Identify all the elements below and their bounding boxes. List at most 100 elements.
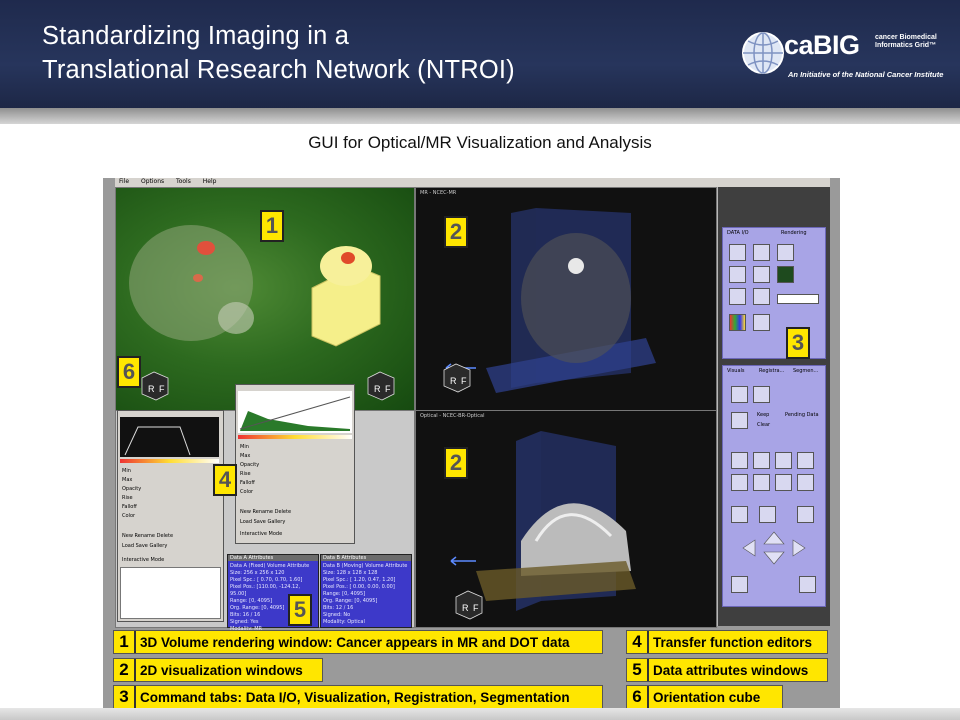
tab-data-io[interactable]: DATA I/O	[727, 230, 749, 236]
tab-visuals[interactable]: Visuals	[727, 368, 745, 374]
menu-file[interactable]: File	[119, 178, 129, 185]
tab-segmentation[interactable]: Segmen...	[793, 368, 818, 374]
colormap-icon[interactable]	[729, 314, 746, 331]
tf-row-color: Color	[122, 513, 136, 519]
tool-icon[interactable]	[775, 474, 792, 491]
tf-save-button[interactable]: Save	[136, 543, 148, 549]
transfer-function-editor-right[interactable]: Min Max Opacity Rise Falloff Color New R…	[235, 384, 355, 544]
clear-button[interactable]: Clear	[757, 422, 770, 428]
attr-b-line: Pixel Pos.: [ 0.00, 0.00, 0.00]	[323, 584, 395, 590]
tf-graph[interactable]	[120, 417, 219, 457]
tf-curve	[124, 426, 191, 456]
tf-new-button[interactable]: New	[122, 533, 133, 539]
data-b-attributes-window[interactable]: Data B Attributes Data B (Moving) Volume…	[320, 554, 412, 628]
cube-f-label: F	[461, 376, 467, 386]
orientation-cube-icon[interactable]: R F	[138, 368, 172, 402]
3d-render-panel[interactable]: 1 6 R F R F	[115, 187, 415, 411]
tab-rendering[interactable]: Rendering	[781, 230, 807, 236]
tf-log-area	[120, 567, 221, 619]
cube-r-label: R	[374, 384, 381, 394]
tf2-row-max: Max	[240, 453, 251, 459]
attr-b-line: Org. Range: [0, 4095]	[323, 598, 378, 604]
tool-icon[interactable]	[797, 474, 814, 491]
direction-pad-icon[interactable]	[739, 528, 809, 568]
keep-button[interactable]: Keep	[757, 412, 769, 418]
tf2-load-button[interactable]: Load	[240, 519, 252, 525]
tool-icon[interactable]	[797, 452, 814, 469]
tf2-row-color: Color	[240, 489, 254, 495]
tool-icon[interactable]	[775, 452, 792, 469]
slide-header: Standardizing Imaging in a Translational…	[0, 0, 960, 108]
tf-load-button[interactable]: Load	[122, 543, 134, 549]
tf2-interactive-mode[interactable]: Interactive Mode	[240, 531, 282, 537]
load-moving-icon[interactable]	[753, 244, 770, 261]
tf-row-falloff: Falloff	[122, 504, 137, 510]
tab-registration[interactable]: Registra...	[759, 368, 784, 374]
attr-b-line: Bits: 12 / 16	[323, 605, 354, 611]
2d-optical-panel[interactable]: Optical - NCEC-BR-Optical 2 R F	[415, 410, 717, 628]
load-fixed-icon[interactable]	[729, 244, 746, 261]
cube-f-label: F	[159, 384, 165, 394]
tool-icon[interactable]	[731, 474, 748, 491]
reset-moving-icon[interactable]	[753, 266, 770, 283]
tf2-rename-button[interactable]: Rename	[253, 509, 274, 515]
gear-icon[interactable]	[777, 244, 794, 261]
tf-graph-2[interactable]	[238, 391, 352, 433]
registration-icon[interactable]	[731, 506, 748, 523]
info-moving-icon[interactable]	[753, 288, 770, 305]
tool-icon[interactable]	[753, 452, 770, 469]
menu-options[interactable]: Options	[141, 178, 164, 185]
lightbulb-icon[interactable]	[731, 412, 748, 429]
orientation-cube-icon[interactable]: R F	[452, 587, 486, 621]
tf-colorbar-2	[238, 435, 352, 439]
view-icon[interactable]	[731, 386, 748, 403]
info-fixed-icon[interactable]	[729, 288, 746, 305]
registration-icon[interactable]	[797, 506, 814, 523]
legend-text: Command tabs: Data I/O, Visualization, R…	[140, 690, 570, 705]
command-side-panel: DATA I/O Rendering 3 Visuals Registra...…	[718, 187, 830, 626]
tf-rename-button[interactable]: Rename	[135, 533, 156, 539]
tool-icon[interactable]	[731, 452, 748, 469]
tf2-gallery-button[interactable]: Gallery	[267, 519, 285, 525]
orientation-cube-icon[interactable]: R F	[364, 368, 398, 402]
tf-gallery-button[interactable]: Gallery	[149, 543, 167, 549]
orientation-cube-icon[interactable]: R F	[440, 360, 474, 394]
tf2-new-button[interactable]: New	[240, 509, 251, 515]
search-icon[interactable]	[799, 576, 816, 593]
tool-icon[interactable]	[731, 576, 748, 593]
tf-row-min: Min	[122, 468, 131, 474]
logo-tagline: cancer Biomedical Informatics Grid™	[875, 34, 937, 50]
cabig-logo: caBIG cancer Biomedical Informatics Grid…	[740, 22, 950, 84]
tf-delete-button[interactable]: Delete	[157, 533, 173, 539]
rotate-icon[interactable]	[753, 386, 770, 403]
tf2-save-button[interactable]: Save	[254, 519, 266, 525]
tf-rows: Min Max Opacity Rise Falloff Color	[122, 467, 141, 521]
command-tabs-top: DATA I/O Rendering	[722, 227, 826, 359]
transfer-function-editor-left[interactable]: Min Max Opacity Rise Falloff Color New R…	[117, 410, 224, 622]
slide-title-line2: Translational Research Network (NTROI)	[42, 56, 515, 84]
dropdown-select[interactable]	[777, 294, 819, 304]
2d-mr-panel[interactable]: MR - NCEC-MR 2 R F	[415, 187, 717, 411]
legend-item-3: 3 Command tabs: Data I/O, Visualization, …	[113, 685, 603, 709]
legend-number: 4	[627, 631, 649, 653]
tf-buttons-2: Load Save Gallery	[122, 543, 167, 549]
tf-interactive-mode[interactable]: Interactive Mode	[122, 557, 164, 563]
reset-fixed-icon[interactable]	[729, 266, 746, 283]
tf2-delete-button[interactable]: Delete	[275, 509, 291, 515]
header-divider	[0, 108, 960, 124]
attr-b-line: Size: 128 x 128 x 128	[323, 570, 378, 576]
tf-row-opacity: Opacity	[122, 486, 142, 492]
legend-number: 2	[114, 659, 136, 681]
tool-icon[interactable]	[753, 474, 770, 491]
badge-3: 3	[786, 327, 810, 359]
slide-title-line1: Standardizing Imaging in a	[42, 22, 350, 50]
legend-number: 6	[627, 686, 649, 708]
menu-help[interactable]: Help	[203, 178, 217, 185]
slice-icon[interactable]	[753, 314, 770, 331]
attr-b-line: Modality: Optical	[323, 619, 365, 625]
tf-row-rise: Rise	[122, 495, 133, 501]
menu-tools[interactable]: Tools	[176, 178, 191, 185]
arrow-up-icon[interactable]	[759, 506, 776, 523]
legend-number: 5	[627, 659, 649, 681]
color-swatch-icon[interactable]	[777, 266, 794, 283]
